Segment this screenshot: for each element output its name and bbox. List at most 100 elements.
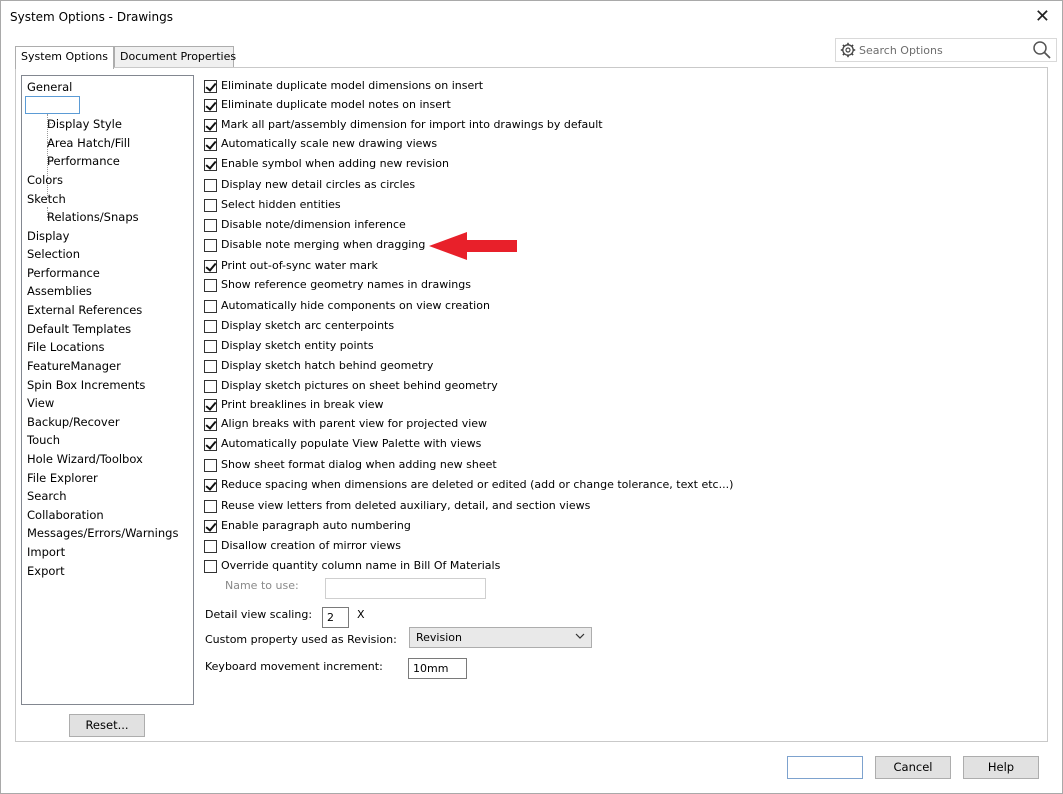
chevron-down-icon bbox=[575, 633, 585, 639]
checkbox[interactable] bbox=[204, 179, 217, 192]
option-label: Display sketch entity points bbox=[221, 339, 374, 352]
option-label: Align breaks with parent view for projec… bbox=[221, 417, 488, 430]
option-label: Disallow creation of mirror views bbox=[221, 539, 402, 552]
option-label: Mark all part/assembly dimension for imp… bbox=[221, 118, 603, 131]
detail-scaling-label: Detail view scaling: bbox=[205, 608, 313, 621]
option-label: Print out-of-sync water mark bbox=[221, 259, 378, 272]
checkbox[interactable] bbox=[204, 320, 217, 333]
checkbox[interactable] bbox=[204, 99, 217, 112]
custom-property-label: Custom property used as Revision: bbox=[205, 633, 397, 646]
tree-item-display-style[interactable]: Display Style bbox=[47, 117, 122, 131]
option-label: Enable symbol when adding new revision bbox=[221, 157, 449, 170]
name-to-use-field[interactable] bbox=[325, 578, 486, 599]
checkbox[interactable] bbox=[204, 438, 217, 451]
arrow-shape bbox=[429, 232, 517, 260]
option-label: Reduce spacing when dimensions are delet… bbox=[221, 478, 734, 491]
checkbox[interactable] bbox=[204, 199, 217, 212]
title-bar: System Options - Drawings ✕ bbox=[1, 1, 1062, 35]
checkbox[interactable] bbox=[204, 459, 217, 472]
tree-item-sketch[interactable]: Sketch bbox=[27, 192, 66, 206]
tree-item-area-hatch-fill[interactable]: Area Hatch/Fill bbox=[47, 136, 130, 150]
search-options-box[interactable]: Search Options bbox=[835, 38, 1057, 62]
tree-item-export[interactable]: Export bbox=[27, 564, 65, 578]
checkbox[interactable] bbox=[204, 80, 217, 93]
tree-item-view[interactable]: View bbox=[27, 396, 54, 410]
option-label: Automatically hide components on view cr… bbox=[221, 299, 490, 312]
search-icon[interactable] bbox=[1032, 40, 1052, 60]
cancel-button[interactable]: Cancel bbox=[875, 756, 951, 779]
gear-icon bbox=[840, 42, 856, 58]
tree-item-spin-box-increments[interactable]: Spin Box Increments bbox=[27, 378, 145, 392]
tree-item-hole-wizard-toolbox[interactable]: Hole Wizard/Toolbox bbox=[27, 452, 143, 466]
ok-button[interactable] bbox=[787, 756, 863, 779]
tab-document-properties[interactable]: Document Properties bbox=[114, 46, 236, 68]
checkbox[interactable] bbox=[204, 260, 217, 273]
option-label: Reuse view letters from deleted auxiliar… bbox=[221, 499, 591, 512]
checkbox[interactable] bbox=[204, 418, 217, 431]
checkbox[interactable] bbox=[204, 119, 217, 132]
checkbox[interactable] bbox=[204, 239, 217, 252]
tree-item-relations-snaps[interactable]: Relations/Snaps bbox=[47, 210, 139, 224]
checkbox[interactable] bbox=[204, 279, 217, 292]
tree-item-import[interactable]: Import bbox=[27, 545, 65, 559]
option-label: Disable note/dimension inference bbox=[221, 218, 406, 231]
tree-item-performance[interactable]: Performance bbox=[27, 266, 100, 280]
help-button[interactable]: Help bbox=[963, 756, 1039, 779]
tree-item-messages-errors-warnings[interactable]: Messages/Errors/Warnings bbox=[27, 526, 178, 540]
tree-item-assemblies[interactable]: Assemblies bbox=[27, 284, 92, 298]
tree-item-file-locations[interactable]: File Locations bbox=[27, 340, 105, 354]
checkbox[interactable] bbox=[204, 360, 217, 373]
tree-item-collaboration[interactable]: Collaboration bbox=[27, 508, 104, 522]
close-icon[interactable]: ✕ bbox=[1035, 7, 1050, 27]
tree-item-featuremanager[interactable]: FeatureManager bbox=[27, 359, 121, 373]
tree-item-general[interactable]: General bbox=[27, 80, 72, 94]
red-arrow-annotation bbox=[429, 232, 517, 260]
tree-item-display[interactable]: Display bbox=[27, 229, 69, 243]
option-label: Display sketch hatch behind geometry bbox=[221, 359, 434, 372]
checkbox[interactable] bbox=[204, 479, 217, 492]
window-title: System Options - Drawings bbox=[10, 10, 173, 24]
checkbox[interactable] bbox=[204, 500, 217, 513]
option-label: Display sketch arc centerpoints bbox=[221, 319, 395, 332]
checkbox[interactable] bbox=[204, 380, 217, 393]
detail-scaling-unit: X bbox=[357, 608, 365, 621]
checkbox[interactable] bbox=[204, 520, 217, 533]
checkbox[interactable] bbox=[204, 300, 217, 313]
custom-property-select[interactable]: Revision bbox=[409, 627, 592, 648]
option-label: Override quantity column name in Bill Of… bbox=[221, 559, 501, 572]
option-label: Eliminate duplicate model dimensions on … bbox=[221, 79, 484, 92]
option-label: Print breaklines in break view bbox=[221, 398, 384, 411]
tree-item-selection[interactable]: Selection bbox=[27, 247, 80, 261]
tree-item-file-explorer[interactable]: File Explorer bbox=[27, 471, 98, 485]
tree-item-default-templates[interactable]: Default Templates bbox=[27, 322, 131, 336]
tree-item-touch[interactable]: Touch bbox=[27, 433, 60, 447]
option-label: Eliminate duplicate model notes on inser… bbox=[221, 98, 451, 111]
tree-item-drawings-performance[interactable]: Performance bbox=[47, 154, 120, 168]
option-label: Disable note merging when dragging bbox=[221, 238, 426, 251]
tree-item-search[interactable]: Search bbox=[27, 489, 67, 503]
option-label: Automatically populate View Palette with… bbox=[221, 437, 482, 450]
checkbox[interactable] bbox=[204, 540, 217, 553]
option-label: Automatically scale new drawing views bbox=[221, 137, 438, 150]
option-label: Enable paragraph auto numbering bbox=[221, 519, 411, 532]
option-label: Select hidden entities bbox=[221, 198, 341, 211]
checkbox[interactable] bbox=[204, 219, 217, 232]
reset-button[interactable]: Reset... bbox=[69, 714, 145, 737]
search-input[interactable]: Search Options bbox=[859, 44, 943, 57]
tree-item-drawings-selected[interactable] bbox=[25, 96, 80, 114]
option-label: Show reference geometry names in drawing… bbox=[221, 278, 471, 291]
detail-scaling-field[interactable]: 2 bbox=[322, 607, 349, 628]
checkbox[interactable] bbox=[204, 399, 217, 412]
checkbox[interactable] bbox=[204, 560, 217, 573]
keyboard-increment-field[interactable]: 10mm bbox=[408, 658, 467, 679]
checkbox[interactable] bbox=[204, 340, 217, 353]
checkbox[interactable] bbox=[204, 138, 217, 151]
options-tree[interactable]: General Display Style Area Hatch/Fill Pe… bbox=[21, 75, 194, 705]
tree-item-backup-recover[interactable]: Backup/Recover bbox=[27, 415, 120, 429]
tree-item-colors[interactable]: Colors bbox=[27, 173, 63, 187]
tab-system-options[interactable]: System Options bbox=[15, 46, 114, 69]
option-label: Display new detail circles as circles bbox=[221, 178, 416, 191]
checkbox[interactable] bbox=[204, 158, 217, 171]
tree-item-external-references[interactable]: External References bbox=[27, 303, 142, 317]
keyboard-increment-label: Keyboard movement increment: bbox=[205, 660, 383, 673]
